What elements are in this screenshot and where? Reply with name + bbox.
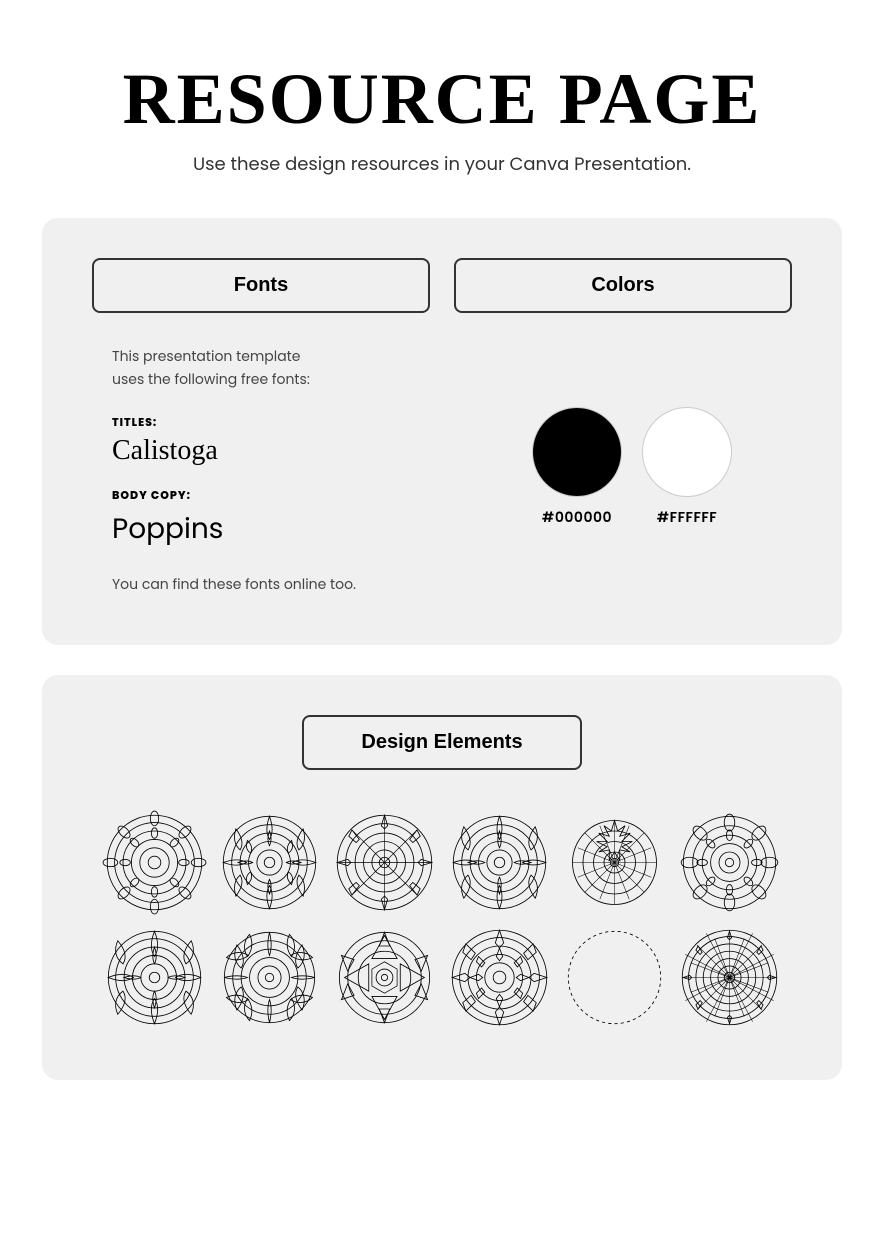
fonts-label-button[interactable]: Fonts [92, 258, 430, 313]
mandala-item-2 [217, 810, 322, 915]
fonts-description: This presentation template uses the foll… [112, 345, 432, 390]
body-font-block: BODY COPY: Poppins [112, 487, 432, 550]
fonts-colors-content: This presentation template uses the foll… [92, 345, 792, 595]
fonts-find-text: You can find these fonts online too. [112, 574, 432, 595]
mandala-item-5 [562, 810, 667, 915]
swatch-white: #FFFFFF [642, 407, 732, 528]
mandala-item-12 [677, 925, 782, 1030]
page-title: RESOURCE PAGE [123, 60, 762, 139]
titles-font-block: TITLES: Calistoga [112, 414, 432, 467]
page-header: RESOURCE PAGE Use these design resources… [123, 60, 762, 178]
mandala-item-9 [332, 925, 437, 1030]
mandala-item-8 [217, 925, 322, 1030]
page-subtitle: Use these design resources in your Canva… [123, 151, 762, 178]
mandala-item-1 [102, 810, 207, 915]
design-elements-card: Design Elements [42, 675, 842, 1080]
section-top-row: Fonts Colors [92, 258, 792, 313]
swatch-label-black: #000000 [542, 507, 612, 528]
design-elements-header: Design Elements [92, 715, 792, 770]
swatch-circle-white [642, 407, 732, 497]
colors-right-panel: #000000 #FFFFFF [472, 345, 792, 595]
body-font-name: Poppins [112, 508, 432, 550]
mandala-item-10 [447, 925, 552, 1030]
mandala-item-11 [562, 925, 667, 1030]
swatch-black: #000000 [532, 407, 622, 528]
fonts-left-panel: This presentation template uses the foll… [92, 345, 432, 595]
design-elements-label-button[interactable]: Design Elements [302, 715, 582, 770]
fonts-colors-card: Fonts Colors This presentation template … [42, 218, 842, 645]
color-swatches-container: #000000 #FFFFFF [532, 407, 732, 528]
titles-label: TITLES: [112, 414, 432, 431]
mandala-item-4 [447, 810, 552, 915]
swatch-label-white: #FFFFFF [657, 507, 717, 528]
titles-font-name: Calistoga [112, 435, 432, 467]
body-copy-label: BODY COPY: [112, 487, 432, 504]
mandala-item-7 [102, 925, 207, 1030]
mandala-item-6 [677, 810, 782, 915]
mandala-grid [92, 810, 792, 1030]
colors-label-button[interactable]: Colors [454, 258, 792, 313]
mandala-item-3 [332, 810, 437, 915]
swatch-circle-black [532, 407, 622, 497]
